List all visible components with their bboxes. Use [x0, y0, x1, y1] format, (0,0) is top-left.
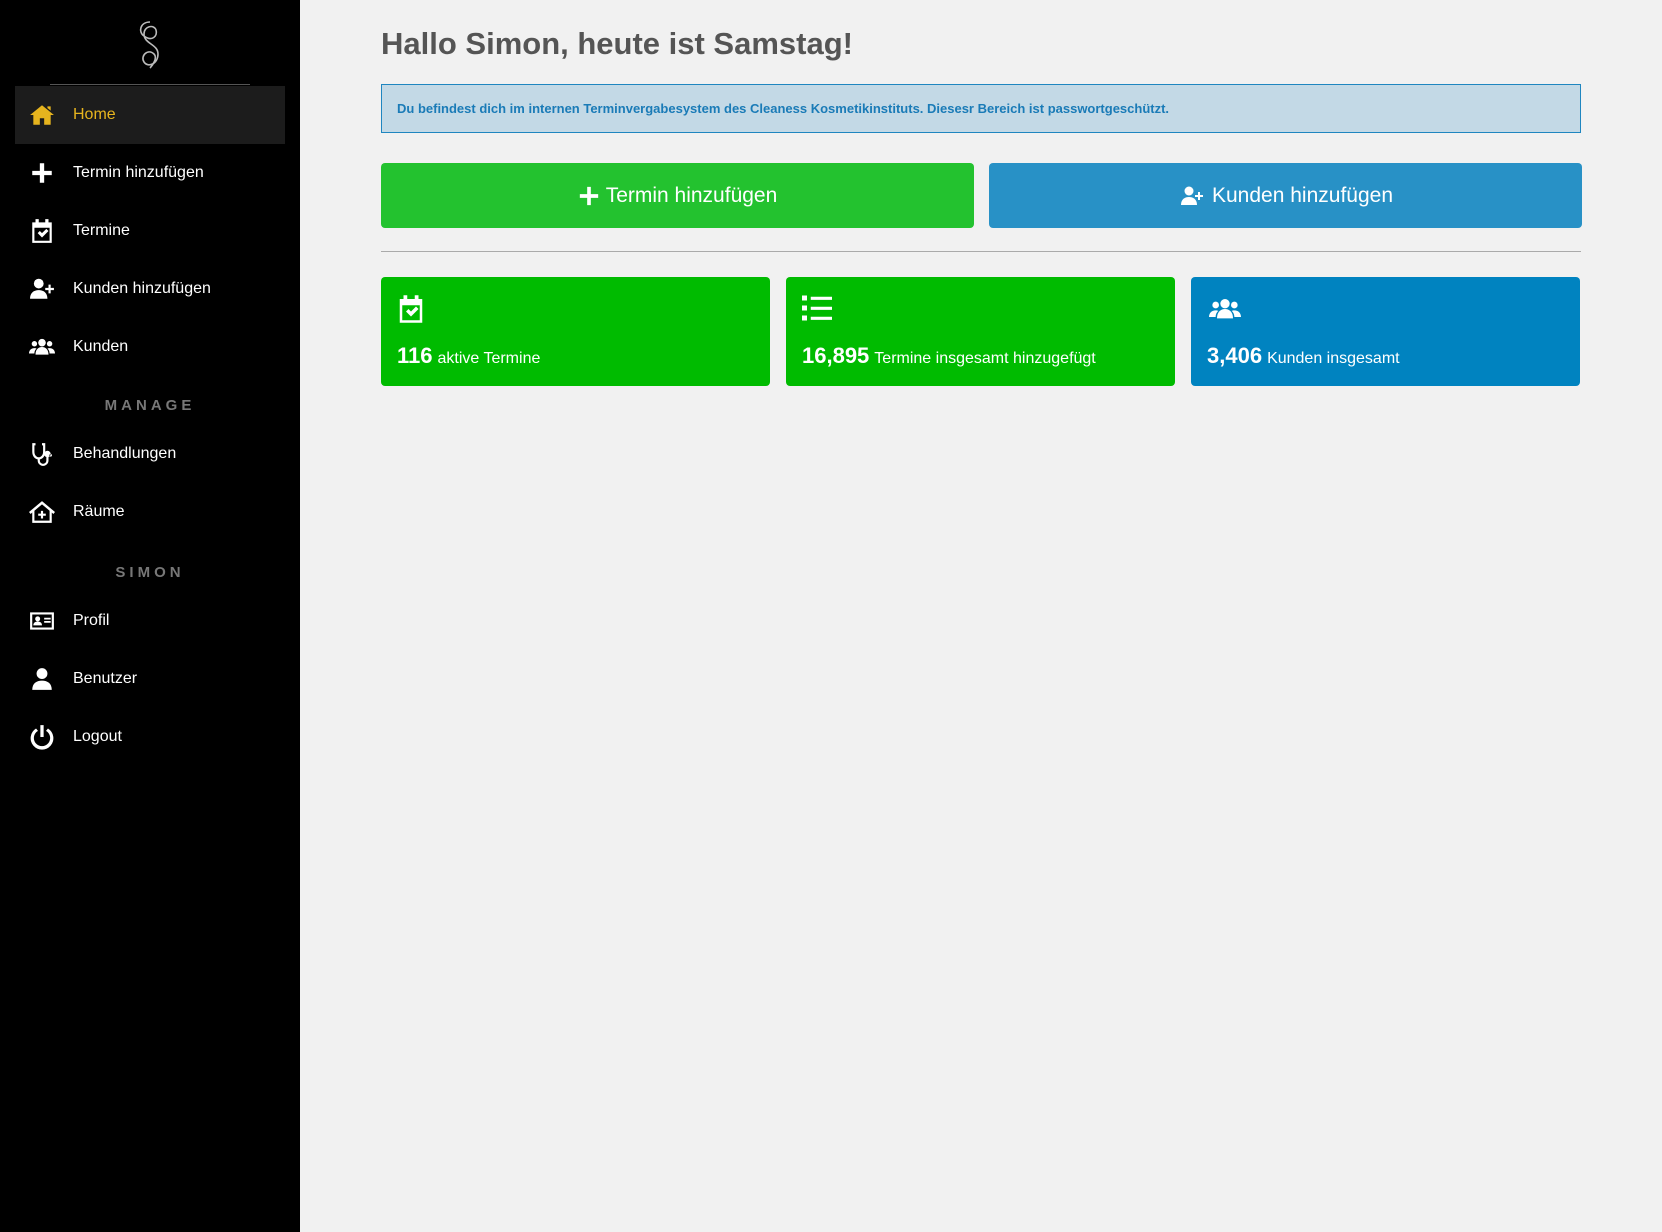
- sidebar: Home Termin hinzufügen Termine Kunden hi…: [0, 0, 300, 1232]
- sidebar-section-user: SIMON: [115, 564, 185, 581]
- sidebar-item-add-customer[interactable]: Kunden hinzufügen: [15, 260, 285, 318]
- stethoscope-icon: [27, 439, 57, 469]
- sidebar-item-profile[interactable]: Profil: [15, 592, 285, 650]
- stat-label: aktive Termine: [437, 350, 541, 367]
- sidebar-item-add-appointment[interactable]: Termin hinzufügen: [15, 144, 285, 202]
- sidebar-item-label: Kunden hinzufügen: [73, 280, 211, 297]
- sidebar-item-label: Termine: [73, 222, 130, 239]
- sidebar-item-label: Räume: [73, 503, 125, 520]
- add-appointment-button-label: Termin hinzufügen: [605, 183, 778, 207]
- calendar-check-icon: [27, 216, 57, 246]
- stat-label: Termine insgesamt hinzugefügt: [874, 350, 1096, 367]
- page-title: Hallo Simon, heute ist Samstag!: [381, 26, 853, 61]
- plus-icon: [579, 186, 598, 205]
- stat-value: 3,406: [1207, 343, 1263, 368]
- sidebar-item-home[interactable]: Home: [15, 86, 285, 144]
- info-alert: Du befindest dich im internen Terminverg…: [381, 84, 1581, 133]
- sidebar-item-rooms[interactable]: Räume: [15, 483, 285, 541]
- power-icon: [27, 722, 57, 752]
- add-customer-button[interactable]: Kunden hinzufügen: [989, 163, 1582, 228]
- list-icon: [801, 293, 833, 328]
- sidebar-item-treatments[interactable]: Behandlungen: [15, 425, 285, 483]
- users-icon: [27, 332, 57, 362]
- sidebar-item-appointments[interactable]: Termine: [15, 202, 285, 260]
- stat-card-total-customers[interactable]: 3,406 Kunden insgesamt: [1191, 277, 1580, 386]
- calendar-check-icon: [396, 293, 426, 330]
- logo[interactable]: [130, 18, 170, 70]
- home-icon: [27, 100, 57, 130]
- plus-icon: [27, 158, 57, 188]
- stat-value: 116: [397, 343, 433, 368]
- clinic-house-icon: [27, 497, 57, 527]
- add-appointment-button[interactable]: Termin hinzufügen: [381, 163, 974, 228]
- sidebar-item-logout[interactable]: Logout: [15, 708, 285, 766]
- sidebar-section-manage: MANAGE: [104, 397, 196, 414]
- stat-card-total-appointments[interactable]: 16,895 Termine insgesamt hinzugefügt: [786, 277, 1175, 386]
- sidebar-item-label: Behandlungen: [73, 445, 177, 462]
- sidebar-item-label: Home: [73, 106, 116, 123]
- sidebar-item-customers[interactable]: Kunden: [15, 318, 285, 376]
- stat-label: Kunden insgesamt: [1267, 350, 1400, 367]
- sidebar-item-label: Kunden: [73, 338, 129, 355]
- stat-value: 16,895: [802, 343, 870, 368]
- main-content: Hallo Simon, heute ist Samstag! Du befin…: [300, 0, 1662, 1232]
- add-customer-button-label: Kunden hinzufügen: [1212, 183, 1393, 207]
- user-plus-icon: [27, 274, 57, 304]
- user-plus-icon: [1181, 186, 1203, 205]
- users-icon: [1206, 293, 1244, 330]
- sidebar-item-users[interactable]: Benutzer: [15, 650, 285, 708]
- sidebar-item-label: Benutzer: [73, 670, 138, 687]
- section-divider: [381, 251, 1581, 252]
- stat-card-active-appointments[interactable]: 116 aktive Termine: [381, 277, 770, 386]
- logo-divider: [50, 84, 250, 85]
- user-icon: [27, 664, 57, 694]
- sidebar-item-label: Profil: [73, 612, 110, 629]
- sidebar-item-label: Logout: [73, 728, 122, 745]
- id-card-icon: [27, 606, 57, 636]
- sidebar-item-label: Termin hinzufügen: [73, 164, 204, 181]
